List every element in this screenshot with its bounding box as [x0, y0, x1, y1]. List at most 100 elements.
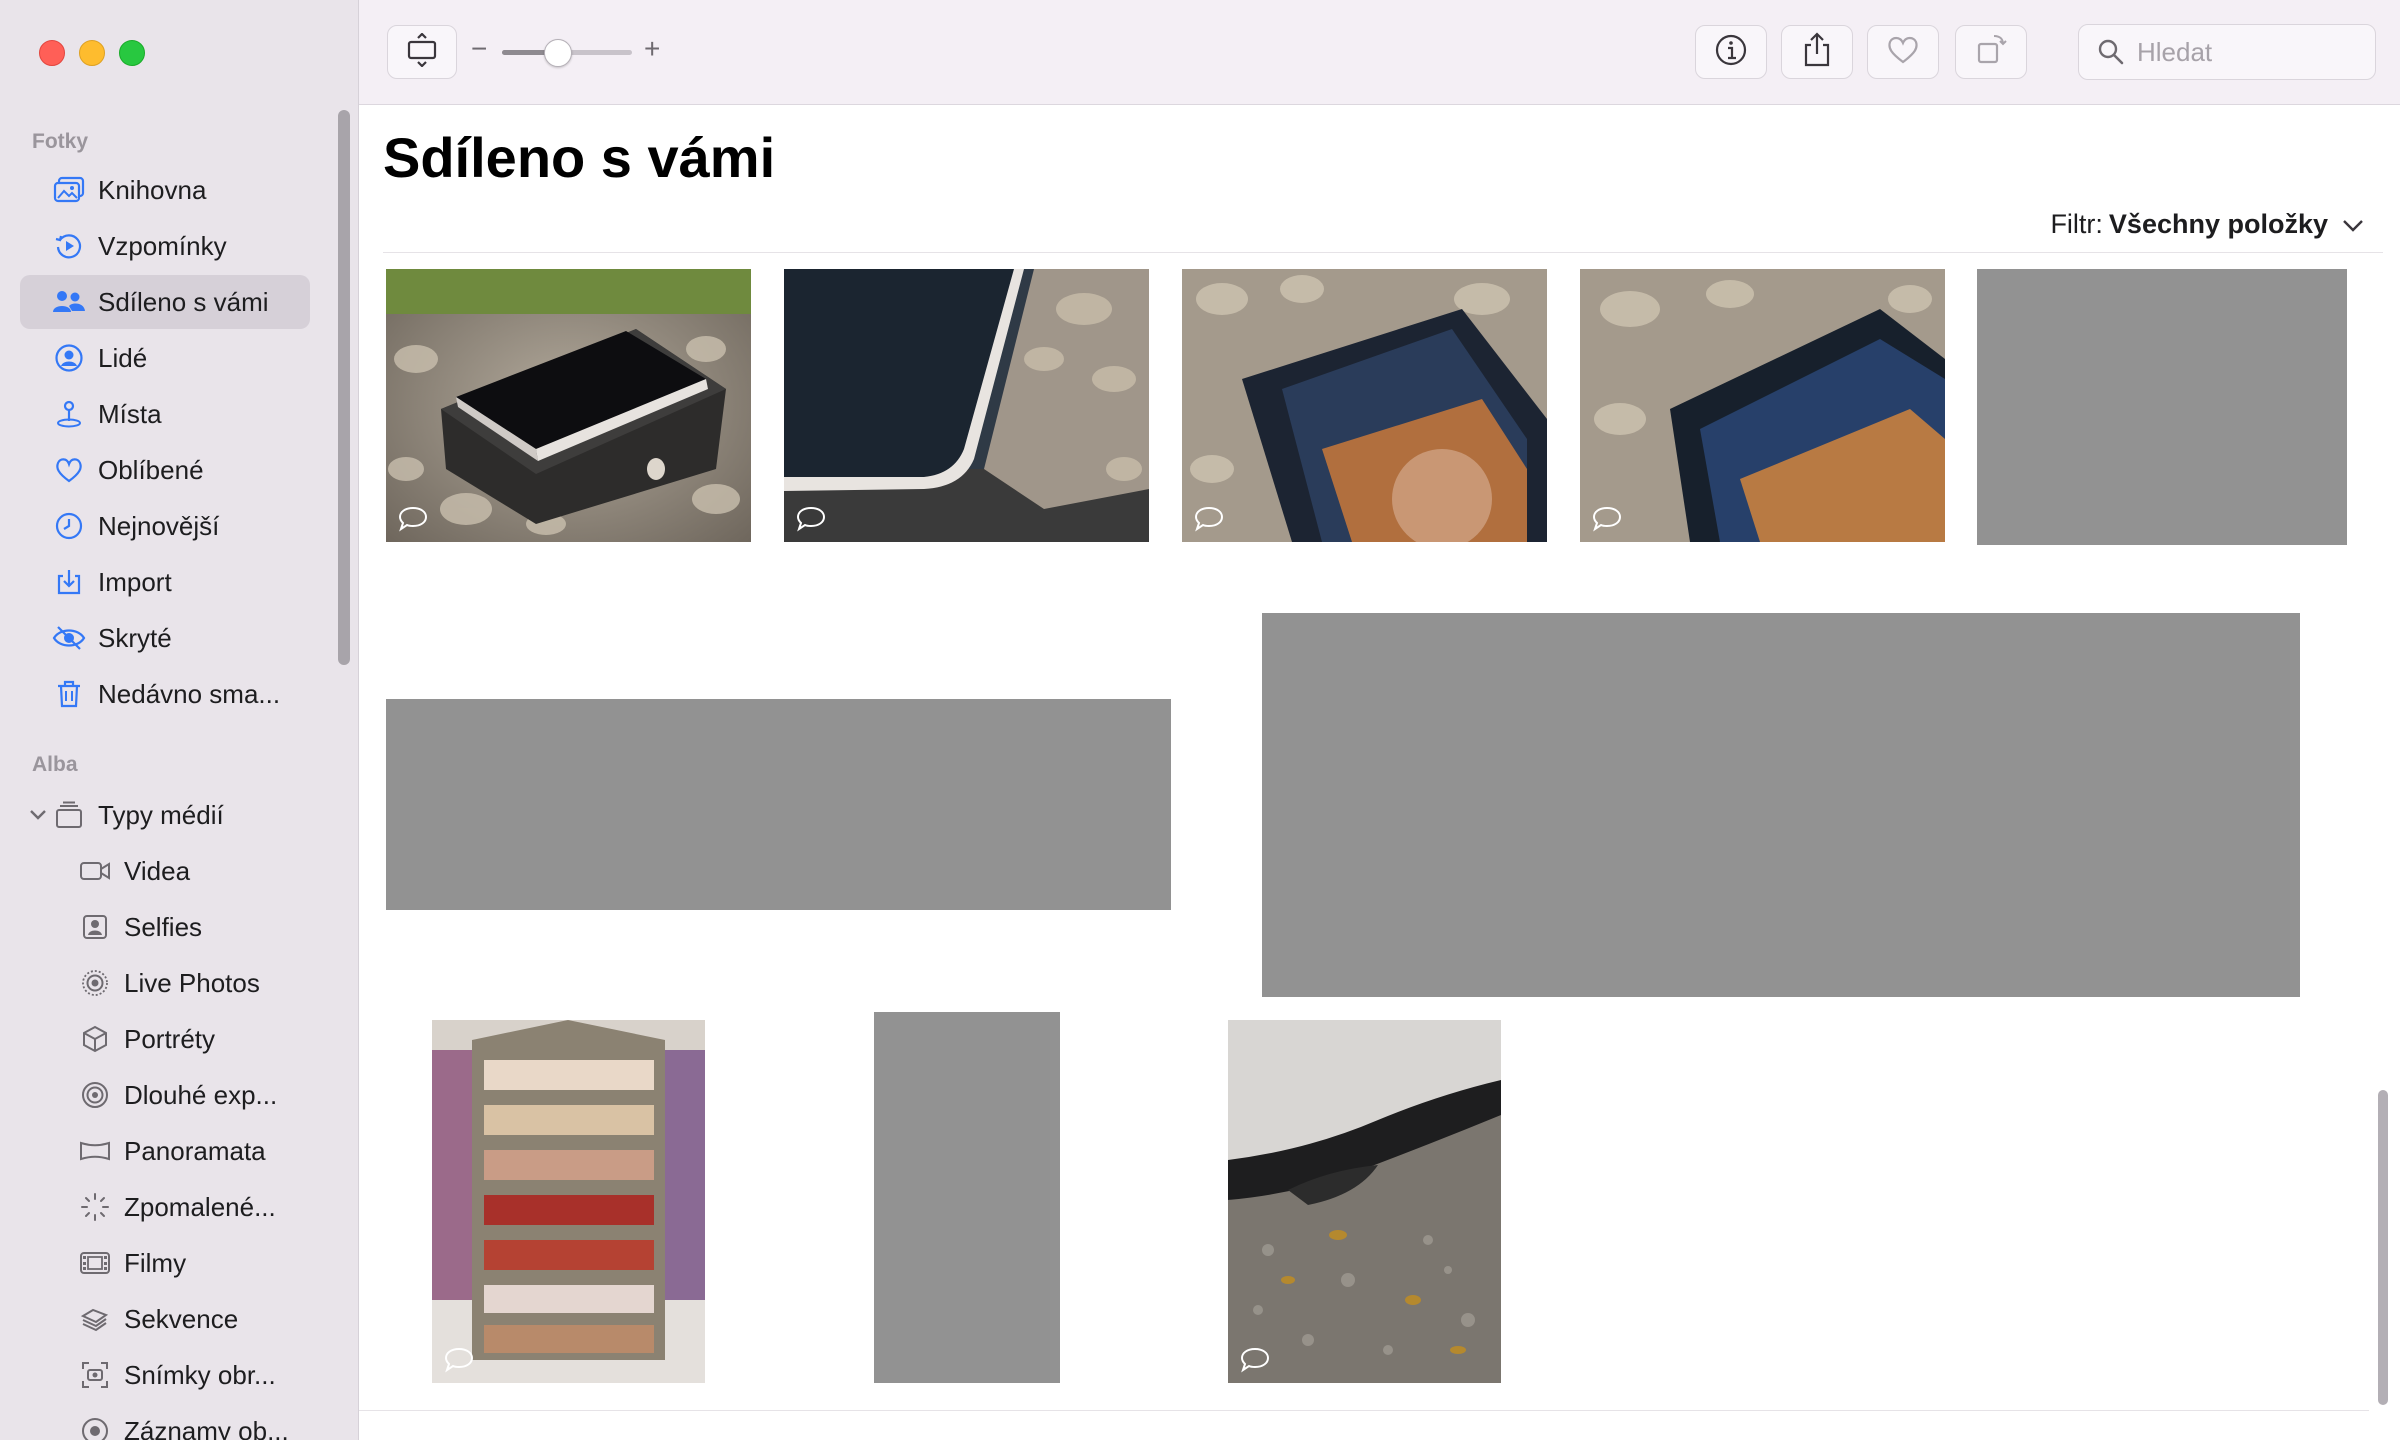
photo-iphone-box-1: [386, 269, 751, 542]
rotate-button[interactable]: [1955, 25, 2027, 79]
aspect-fit-icon: [405, 31, 439, 72]
photo-thumbnail[interactable]: [432, 1020, 705, 1383]
sidebar-item-label: Import: [98, 566, 172, 597]
photo-iphone-screen-2: [1580, 269, 1945, 542]
zoom-out-button[interactable]: −: [471, 34, 487, 64]
minimize-window-button[interactable]: [79, 40, 105, 66]
sidebar-item-videos[interactable]: Videa: [20, 844, 310, 898]
photo-redacted[interactable]: [874, 1012, 1060, 1383]
sidebar-item-screen-recordings[interactable]: Záznamy ob...: [20, 1404, 310, 1440]
screen-recording-icon: [78, 1414, 112, 1440]
sidebar-item-label: Záznamy ob...: [124, 1415, 289, 1440]
sidebar-item-live-photos[interactable]: Live Photos: [20, 956, 310, 1010]
section-label-albums: Alba: [32, 753, 78, 776]
sidebar-item-label: Zpomalené...: [124, 1191, 276, 1222]
slow-motion-icon: [78, 1190, 112, 1224]
zoom-slider-knob[interactable]: [543, 39, 572, 67]
sidebar-item-label: Filmy: [124, 1247, 187, 1278]
comment-icon: [444, 1347, 474, 1373]
search-input[interactable]: [2135, 35, 2359, 69]
sidebar-item-memories[interactable]: Vzpomínky: [20, 219, 310, 273]
sidebar-item-label: Oblíbené: [98, 454, 204, 485]
chevron-down-icon[interactable]: [26, 803, 50, 827]
hidden-eye-icon: [52, 621, 86, 655]
sidebar-item-media-types[interactable]: Typy médií: [20, 788, 310, 842]
sidebar-item-label: Skryté: [98, 622, 172, 653]
sidebar-item-label: Knihovna: [98, 174, 207, 205]
chevron-down-icon: [2342, 209, 2364, 240]
sidebar-item-places[interactable]: Místa: [20, 387, 310, 441]
places-icon: [52, 397, 86, 431]
sidebar-item-people[interactable]: Lidé: [20, 331, 310, 385]
sidebar-item-import[interactable]: Import: [20, 555, 310, 609]
sidebar-item-panoramas[interactable]: Panoramata: [20, 1124, 310, 1178]
screenshot-icon: [78, 1358, 112, 1392]
sidebar-item-label: Panoramata: [124, 1135, 266, 1166]
favorite-button[interactable]: [1867, 25, 1939, 79]
sidebar-item-long-exposure[interactable]: Dlouhé exp...: [20, 1068, 310, 1122]
sidebar-item-slow-motion[interactable]: Zpomalené...: [20, 1180, 310, 1234]
sidebar-item-label: Nejnovější: [98, 510, 220, 541]
sidebar-item-screenshots[interactable]: Snímky obr...: [20, 1348, 310, 1402]
photo-thumbnail[interactable]: [1580, 269, 1945, 542]
share-button[interactable]: [1781, 25, 1853, 79]
sidebar-item-label: Dlouhé exp...: [124, 1079, 278, 1110]
long-exposure-icon: [78, 1078, 112, 1112]
sidebar-item-recents[interactable]: Nejnovější: [20, 499, 310, 553]
import-icon: [52, 565, 86, 599]
photo-thumbnail[interactable]: [784, 269, 1149, 542]
zoom-window-button[interactable]: [119, 40, 145, 66]
photo-redacted[interactable]: [386, 699, 1171, 910]
sidebar-item-label: Selfies: [124, 911, 203, 942]
sidebar-item-bursts[interactable]: Sekvence: [20, 1292, 310, 1346]
comment-icon: [1592, 506, 1622, 532]
divider: [359, 1410, 2369, 1411]
main-scrollbar[interactable]: [2378, 1090, 2388, 1405]
burst-icon: [78, 1302, 112, 1336]
photo-redacted[interactable]: [1262, 613, 2300, 997]
photo-thumbnail[interactable]: [386, 269, 751, 542]
info-button[interactable]: [1695, 25, 1767, 79]
panorama-icon: [78, 1134, 112, 1168]
portrait-cube-icon: [78, 1022, 112, 1056]
close-window-button[interactable]: [39, 40, 65, 66]
film-icon: [78, 1246, 112, 1280]
sidebar-item-label: Vzpomínky: [98, 230, 227, 261]
sidebar-item-shared-with-you[interactable]: Sdíleno s vámi: [20, 275, 310, 329]
filter-label: Filtr:: [2050, 209, 2103, 239]
sidebar-item-selfies[interactable]: Selfies: [20, 900, 310, 954]
filter-dropdown[interactable]: Filtr: Všechny položky: [2050, 209, 2364, 240]
comment-icon: [796, 506, 826, 532]
sidebar-item-label: Videa: [124, 855, 191, 886]
sidebar-scrollbar[interactable]: [338, 110, 350, 665]
sidebar-item-recently-deleted[interactable]: Nedávno sma...: [20, 667, 310, 721]
share-icon: [1801, 31, 1833, 73]
search-field[interactable]: [2078, 24, 2376, 80]
photo-redacted[interactable]: [1977, 269, 2347, 545]
sidebar-item-label: Live Photos: [124, 967, 260, 998]
sidebar-item-hidden[interactable]: Skryté: [20, 611, 310, 665]
video-icon: [78, 854, 112, 888]
sidebar-item-films[interactable]: Filmy: [20, 1236, 310, 1290]
section-label-photos: Fotky: [32, 130, 89, 153]
sidebar-item-label: Sdíleno s vámi: [98, 286, 269, 317]
clock-icon: [52, 509, 86, 543]
sidebar-item-label: Lidé: [98, 342, 148, 373]
zoom-in-button[interactable]: +: [644, 34, 660, 64]
slideshow-fit-button[interactable]: [387, 25, 457, 79]
photo-iphone-screen-1: [1182, 269, 1547, 542]
heart-icon: [52, 453, 86, 487]
selfie-icon: [78, 910, 112, 944]
photo-car-gravel: [1228, 1020, 1501, 1383]
sidebar-item-favorites[interactable]: Oblíbené: [20, 443, 310, 497]
filter-value: Všechny položky: [2108, 209, 2328, 239]
sidebar-item-portraits[interactable]: Portréty: [20, 1012, 310, 1066]
heart-icon: [1886, 35, 1920, 70]
sidebar-item-library[interactable]: Knihovna: [20, 163, 310, 217]
photo-thumbnail[interactable]: [1182, 269, 1547, 542]
sidebar-item-label: Nedávno sma...: [98, 678, 281, 709]
photo-thumbnail[interactable]: [1228, 1020, 1501, 1383]
sidebar: Fotky Knihovna Vzpomínky Sdíleno s vámi …: [0, 0, 359, 1440]
trash-icon: [52, 677, 86, 711]
divider: [383, 252, 2383, 253]
